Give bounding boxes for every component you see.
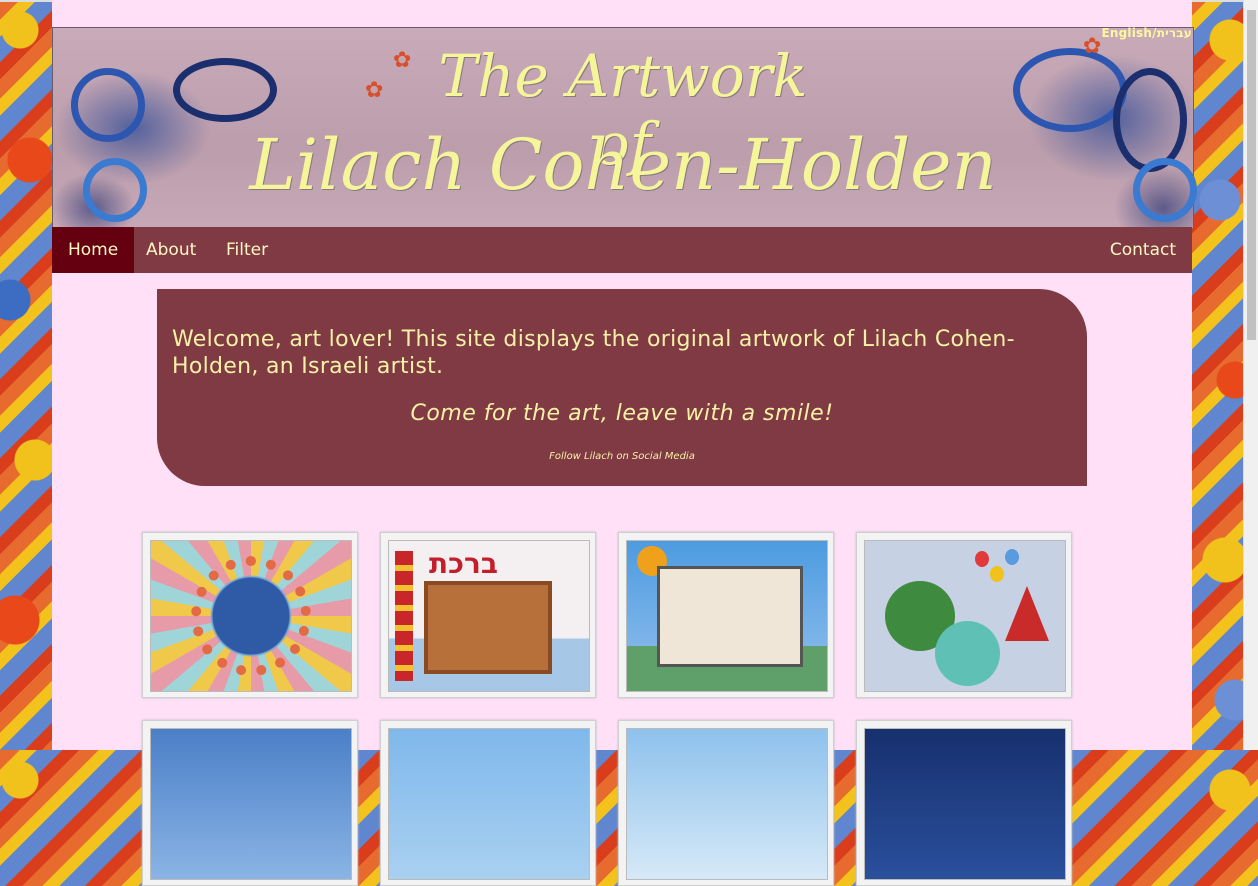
gallery-thumbnail[interactable] — [856, 720, 1072, 886]
artwork-image — [626, 540, 828, 692]
page-container: ✿ ✿ ✿ The Artwork of Lilach Cohen-Holden… — [52, 0, 1197, 886]
gallery-thumbnail[interactable]: ברכת — [380, 532, 596, 698]
swirl-decoration — [1133, 158, 1197, 222]
artwork-image — [864, 728, 1066, 880]
artwork-image — [626, 728, 828, 880]
scrollbar-thumb[interactable] — [1247, 10, 1256, 340]
swirl-decoration — [173, 58, 277, 122]
artwork-image — [150, 540, 352, 692]
artwork-image — [864, 540, 1066, 692]
artwork-image — [150, 728, 352, 880]
banner-title-line2: Lilach Cohen-Holden — [249, 124, 997, 206]
main-nav: Home About Filter Contact — [52, 227, 1192, 273]
nav-filter[interactable]: Filter — [210, 227, 284, 273]
flower-icon: ✿ — [1083, 34, 1102, 59]
swirl-decoration — [1113, 68, 1187, 172]
flower-icon: ✿ — [365, 78, 384, 103]
gallery-thumbnail[interactable] — [142, 532, 358, 698]
social-media-link[interactable]: Follow Lilach on Social Media — [157, 451, 1087, 462]
swirl-decoration — [83, 158, 147, 222]
swirl-decoration — [1013, 48, 1127, 132]
welcome-panel: Welcome, art lover! This site displays t… — [157, 289, 1087, 486]
tagline: Come for the art, leave with a smile! — [410, 401, 834, 426]
gallery-thumbnail[interactable] — [856, 532, 1072, 698]
gallery-thumbnail[interactable] — [380, 720, 596, 886]
gallery-thumbnail[interactable] — [142, 720, 358, 886]
artwork-image: ברכת — [388, 540, 590, 692]
nav-about[interactable]: About — [130, 227, 212, 273]
welcome-text: Welcome, art lover! This site displays t… — [172, 327, 1015, 379]
nav-home[interactable]: Home — [52, 227, 135, 273]
swirl-decoration — [71, 68, 145, 142]
nav-contact[interactable]: Contact — [1094, 227, 1192, 273]
artwork-image — [388, 728, 590, 880]
language-switch[interactable]: English/עברית — [1102, 26, 1193, 40]
flower-icon: ✿ — [393, 48, 412, 73]
vertical-scrollbar[interactable] — [1243, 0, 1258, 750]
gallery-thumbnail[interactable] — [618, 532, 834, 698]
gallery-thumbnail[interactable] — [618, 720, 834, 886]
site-banner: ✿ ✿ ✿ The Artwork of Lilach Cohen-Holden — [52, 27, 1197, 228]
